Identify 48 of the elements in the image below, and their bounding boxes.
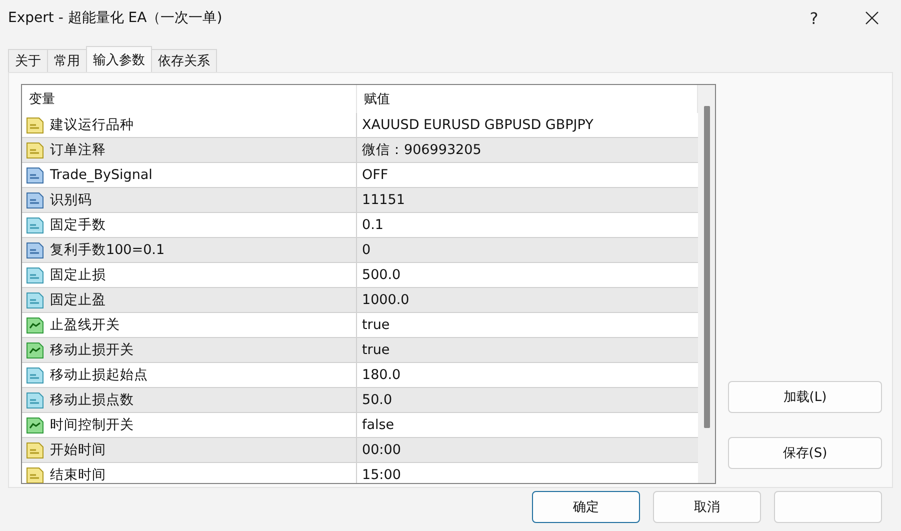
- help-button[interactable]: ?: [785, 0, 843, 36]
- boolean-type-icon: [26, 341, 44, 359]
- parameter-name[interactable]: 识别码: [22, 188, 357, 213]
- parameter-name[interactable]: 固定止损: [22, 263, 357, 288]
- close-icon: [865, 11, 879, 25]
- parameter-name[interactable]: 时间控制开关: [22, 413, 357, 438]
- boolean-type-icon: [26, 316, 44, 334]
- parameter-name[interactable]: 固定止盈: [22, 288, 357, 313]
- dialog-button[interactable]: 取消: [653, 491, 761, 523]
- text-type-icon: [26, 466, 44, 483]
- parameter-name[interactable]: 移动止损开关: [22, 338, 357, 363]
- parameter-name[interactable]: 复利手数100=0.1: [22, 238, 357, 263]
- save-button[interactable]: 保存(S): [728, 437, 882, 469]
- tab[interactable]: 依存关系: [151, 49, 217, 72]
- parameter-value[interactable]: 50.0: [357, 388, 698, 413]
- parameter-name[interactable]: 建议运行品种: [22, 113, 357, 138]
- fraction-type-icon: [26, 391, 44, 409]
- load-button[interactable]: 加载(L): [728, 381, 882, 413]
- parameter-name[interactable]: 移动止损起始点: [22, 363, 357, 388]
- fraction-type-icon: [26, 366, 44, 384]
- tab[interactable]: 关于: [8, 49, 48, 72]
- parameter-name[interactable]: 固定手数: [22, 213, 357, 238]
- integer-type-icon: [26, 241, 44, 259]
- parameter-value[interactable]: true: [357, 338, 698, 363]
- fraction-type-icon: [26, 291, 44, 309]
- parameter-value[interactable]: 11151: [357, 188, 698, 213]
- text-type-icon: [26, 116, 44, 134]
- parameter-name[interactable]: 止盈线开关: [22, 313, 357, 338]
- parameter-name[interactable]: 订单注释: [22, 138, 357, 163]
- boolean-type-icon: [26, 416, 44, 434]
- parameter-value[interactable]: 00:00: [357, 438, 698, 463]
- scrollbar[interactable]: [698, 85, 715, 483]
- dialog-button[interactable]: 确定: [532, 491, 640, 523]
- window-title: Expert - 超能量化 EA（一次一单): [8, 9, 224, 27]
- text-type-icon: [26, 441, 44, 459]
- parameter-name[interactable]: 移动止损点数: [22, 388, 357, 413]
- parameter-name[interactable]: Trade_BySignal: [22, 163, 357, 188]
- parameter-value[interactable]: 1000.0: [357, 288, 698, 313]
- fraction-type-icon: [26, 216, 44, 234]
- integer-type-icon: [26, 166, 44, 184]
- dialog-button[interactable]: [774, 491, 882, 523]
- parameter-value[interactable]: 微信：906993205: [357, 138, 698, 163]
- fraction-type-icon: [26, 266, 44, 284]
- parameter-name[interactable]: 开始时间: [22, 438, 357, 463]
- integer-type-icon: [26, 191, 44, 209]
- text-type-icon: [26, 141, 44, 159]
- tab[interactable]: 输入参数: [86, 46, 152, 72]
- parameter-value[interactable]: 0: [357, 238, 698, 263]
